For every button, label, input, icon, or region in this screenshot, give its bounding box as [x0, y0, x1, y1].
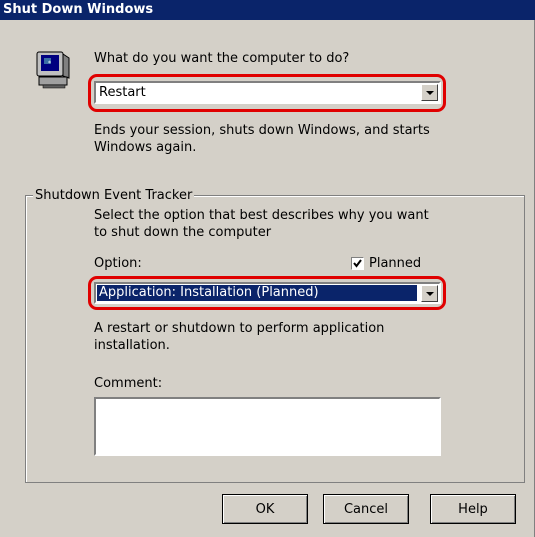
action-select-value: Restart [99, 85, 146, 100]
title-bar[interactable]: Shut Down Windows [0, 0, 535, 20]
question-label: What do you want the computer to do? [94, 51, 350, 66]
ok-button[interactable]: OK [222, 494, 308, 524]
planned-label[interactable]: Planned [369, 255, 421, 272]
option-select-value: Application: Installation (Planned) [99, 285, 319, 300]
shutdown-dialog: Shut Down Windows * What do you want the… [0, 0, 535, 537]
cancel-button[interactable]: Cancel [323, 494, 409, 524]
action-description: Ends your session, shuts down Windows, a… [94, 123, 430, 155]
option-description: A restart or shutdown to perform applica… [94, 321, 385, 353]
chevron-down-icon[interactable] [421, 84, 438, 101]
comment-label: Comment: [94, 376, 163, 391]
help-button[interactable]: Help [430, 494, 516, 524]
checkmark-icon [353, 259, 362, 268]
planned-checkbox[interactable] [351, 257, 364, 270]
group-label: Shutdown Event Tracker [33, 187, 195, 204]
svg-text:*: * [48, 60, 51, 67]
option-select[interactable]: Application: Installation (Planned) [94, 282, 441, 304]
action-select[interactable]: Restart [94, 81, 441, 104]
window-title: Shut Down Windows [3, 2, 154, 17]
tracker-instruction: Select the option that best describes wh… [94, 208, 429, 240]
computer-icon: * [35, 50, 71, 90]
chevron-down-icon[interactable] [421, 285, 438, 302]
comment-textarea[interactable] [94, 397, 441, 456]
option-label: Option: [94, 256, 142, 271]
